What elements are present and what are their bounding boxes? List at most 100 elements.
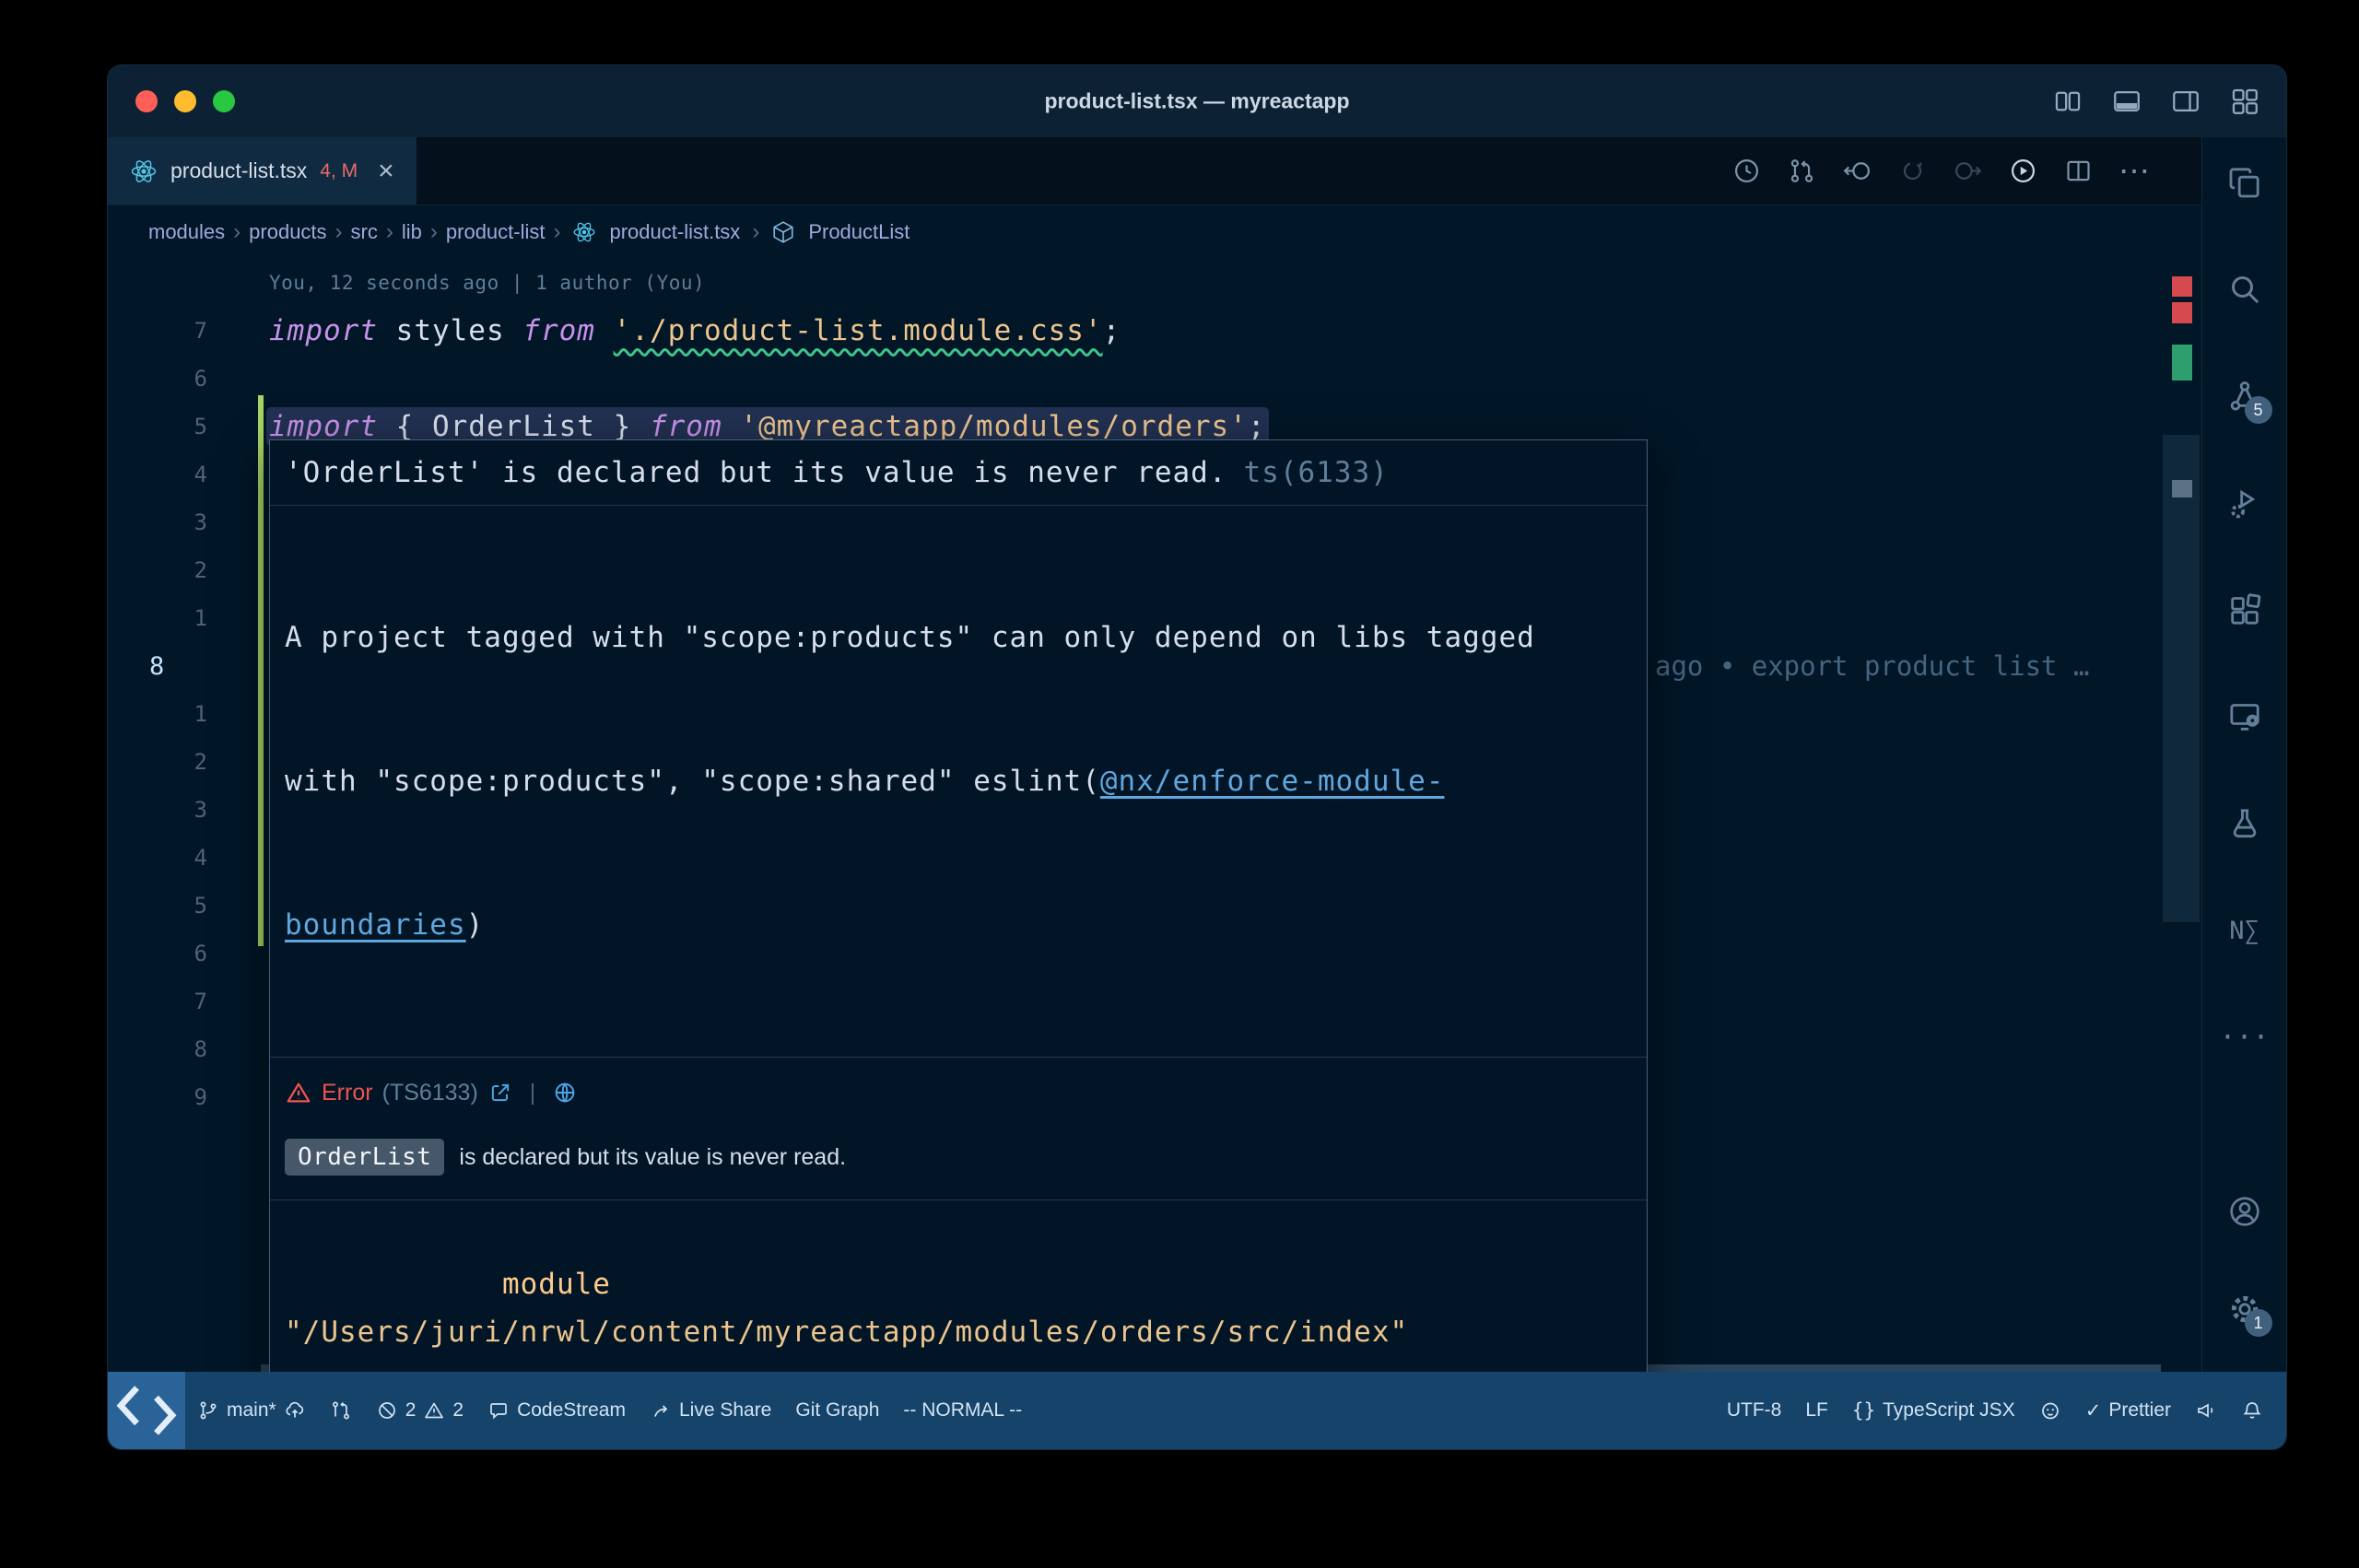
hover-module-path: module "/Users/juri/nrwl/content/myreact… <box>270 1199 1647 1372</box>
line-number[interactable]: 2 <box>108 557 207 583</box>
line-number[interactable]: 3 <box>108 509 207 535</box>
extensions-icon <box>2226 591 2263 628</box>
previous-change-icon[interactable] <box>1842 156 1872 186</box>
remote-icon <box>108 1372 185 1449</box>
activity-nx-console[interactable]: N∑ <box>2226 912 2263 949</box>
error-mark <box>2172 276 2192 297</box>
more-actions-icon[interactable]: ⋯ <box>2118 156 2150 187</box>
feedback-status[interactable] <box>2183 1372 2229 1449</box>
code-token: from <box>522 314 613 347</box>
compare-changes-status[interactable] <box>318 1372 364 1449</box>
traffic-light-minimize-button[interactable] <box>174 90 196 112</box>
eslint-rule-link[interactable]: boundaries <box>285 908 466 942</box>
codestream-status[interactable]: CodeStream <box>475 1372 638 1449</box>
line-number[interactable]: 5 <box>108 893 207 919</box>
scrollbar-slider[interactable] <box>2163 435 2200 922</box>
split-editor-icon[interactable] <box>2063 156 2094 186</box>
language-mode-status[interactable]: {} TypeScript JSX <box>1840 1372 2027 1449</box>
line-number[interactable]: 8 <box>108 1036 207 1062</box>
code-text: import { OrderList } from '@myreactapp/m… <box>269 410 1266 443</box>
live-share-status[interactable]: Live Share <box>638 1372 783 1449</box>
feedback-megaphone-icon <box>2195 1399 2217 1422</box>
code-token: from <box>650 410 740 443</box>
globe-docs-icon[interactable] <box>552 1080 578 1106</box>
breadcrumb-file[interactable]: product-list.tsx <box>604 220 745 244</box>
breadcrumb-separator-icon: › <box>383 219 396 245</box>
line-number[interactable]: 1 <box>108 605 207 631</box>
notifications-status[interactable] <box>2229 1372 2275 1449</box>
open-external-icon[interactable] <box>487 1080 513 1106</box>
blame-codelens[interactable]: You, 12 seconds ago | 1 author (You) <box>108 259 2201 307</box>
symbol-cube-icon <box>771 220 795 244</box>
github-icon <box>2039 1399 2061 1422</box>
code-line[interactable]: 7import styles from './product-list.modu… <box>108 307 2201 355</box>
activity-bar: 5 N∑ ··· <box>2201 137 2286 1372</box>
breadcrumb-item[interactable]: modules <box>143 220 230 244</box>
settings-badge: 1 <box>2245 1309 2272 1337</box>
line-number[interactable]: 4 <box>108 462 207 487</box>
eslint-rule-link[interactable]: @nx/enforce-module- <box>1100 765 1445 798</box>
traffic-light-zoom-button[interactable] <box>213 90 235 112</box>
code-editor[interactable]: You, 12 seconds ago | 1 author (You) 7im… <box>108 259 2201 1372</box>
traffic-light-close-button[interactable] <box>135 90 158 112</box>
error-triangle-icon <box>285 1079 312 1106</box>
line-number[interactable]: 7 <box>108 318 207 344</box>
line-number[interactable]: 1 <box>108 701 207 727</box>
breadcrumb-item[interactable]: lib <box>396 220 428 244</box>
breadcrumb-item[interactable]: products <box>243 220 332 244</box>
activity-extensions[interactable] <box>2226 591 2263 628</box>
toggle-primary-sidebar-icon[interactable] <box>2052 86 2083 117</box>
activity-more-views[interactable]: ··· <box>2226 1019 2263 1056</box>
hover-diagnostic-eslint: A project tagged with "scope:products" c… <box>270 505 1647 1057</box>
toggle-panel-icon[interactable] <box>2111 86 2142 117</box>
next-change-icon[interactable] <box>1953 156 1983 186</box>
run-debug-icon <box>2226 485 2263 521</box>
git-branch-status[interactable]: main* <box>185 1372 318 1449</box>
github-status[interactable] <box>2027 1372 2073 1449</box>
problems-status[interactable]: 2 2 <box>364 1372 475 1449</box>
customize-layout-icon[interactable] <box>2229 86 2260 117</box>
vim-mode-status[interactable]: -- NORMAL -- <box>891 1372 1034 1449</box>
error-circle-icon <box>376 1399 398 1422</box>
activity-run-debug[interactable] <box>2226 485 2263 521</box>
bell-icon <box>2241 1399 2263 1422</box>
prettier-status[interactable]: ✓ Prettier <box>2073 1372 2183 1449</box>
activity-explorer[interactable] <box>2226 164 2263 201</box>
sync-icon[interactable] <box>1897 156 1928 186</box>
activity-source-control[interactable]: 5 <box>2226 378 2263 415</box>
publish-cloud-icon <box>284 1399 306 1422</box>
inline-blame-text: ago • export product list … <box>1655 650 2089 682</box>
code-line[interactable]: 6 <box>108 355 2201 403</box>
breadcrumb-separator-icon: › <box>428 219 440 245</box>
activity-testing[interactable] <box>2226 805 2263 842</box>
toggle-secondary-sidebar-icon[interactable] <box>2170 86 2201 117</box>
line-number[interactable]: 2 <box>108 749 207 775</box>
open-changes-icon[interactable] <box>1787 156 1817 186</box>
line-number[interactable]: 6 <box>108 941 207 966</box>
activity-search[interactable] <box>2226 271 2263 308</box>
breadcrumb-symbol[interactable]: ProductList <box>803 220 915 244</box>
line-number[interactable]: 3 <box>108 797 207 823</box>
line-number[interactable]: 6 <box>108 366 207 392</box>
run-file-icon[interactable] <box>2008 156 2038 186</box>
breadcrumb-item[interactable]: product-list <box>440 220 551 244</box>
breadcrumb-item[interactable]: src <box>346 220 383 244</box>
cursor-mark <box>2172 480 2192 497</box>
line-number[interactable]: 8 <box>108 652 207 681</box>
line-number[interactable]: 4 <box>108 845 207 871</box>
line-number[interactable]: 5 <box>108 414 207 439</box>
activity-remote-explorer[interactable] <box>2226 698 2263 735</box>
breadcrumb-separator-icon: › <box>333 219 346 245</box>
timeline-history-icon[interactable] <box>1731 156 1762 186</box>
settings-menu[interactable]: 1 <box>2226 1291 2263 1328</box>
git-graph-status[interactable]: Git Graph <box>783 1372 891 1449</box>
line-number[interactable]: 9 <box>108 1084 207 1110</box>
line-number[interactable]: 7 <box>108 989 207 1014</box>
tab-close-icon[interactable]: × <box>378 158 394 185</box>
eol-status[interactable]: LF <box>1793 1372 1840 1449</box>
encoding-status[interactable]: UTF-8 <box>1715 1372 1794 1449</box>
remote-indicator[interactable] <box>108 1372 185 1449</box>
tab-product-list[interactable]: product-list.tsx 4, M × <box>108 137 417 205</box>
accounts-menu[interactable] <box>2226 1193 2263 1230</box>
symbol-chip: OrderList <box>285 1139 444 1176</box>
